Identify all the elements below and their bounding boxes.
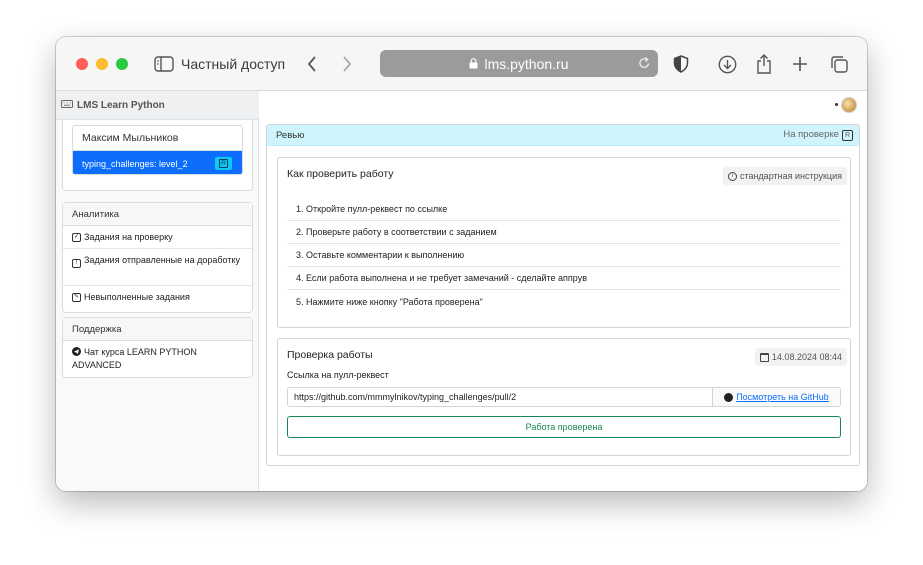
share-icon[interactable] (755, 53, 773, 75)
brand-bar: LMS Learn Python (56, 91, 259, 120)
pr-link-group: https://github.com/mmmylnikov/typing_cha… (287, 387, 841, 407)
user-name: Максим Мыльников (73, 126, 242, 151)
dropdown-caret-icon[interactable] (835, 103, 838, 106)
avatar[interactable] (841, 97, 857, 113)
analytics-item-review[interactable]: ✓ Задания на проверку (63, 226, 252, 249)
list-item: 4. Если работа выполнена и не требует за… (287, 267, 841, 290)
review-card: Ревью На проверке R Как проверить работу … (266, 124, 860, 466)
exclamation-icon: ! (72, 259, 81, 268)
telegram-icon (72, 347, 81, 356)
browser-window: Частный доступ lms.python.ru LMS Learn P… (56, 37, 867, 491)
private-browsing-label: Частный доступ (181, 56, 286, 72)
forward-icon[interactable] (339, 53, 355, 75)
standard-instruction-label: стандартная инструкция (739, 171, 842, 181)
list-item: 5. Нажмите ниже кнопку "Работа проверена… (296, 296, 483, 307)
analytics-item-label: Невыполненные задания (84, 292, 190, 302)
top-strip (259, 91, 867, 120)
maximize-window-button[interactable] (116, 58, 128, 70)
privacy-shield-icon[interactable] (672, 53, 690, 75)
brand-title[interactable]: LMS Learn Python (77, 100, 165, 111)
back-icon[interactable] (304, 53, 320, 75)
work-checked-button[interactable]: Работа проверена (287, 416, 841, 438)
course-item-label: typing_challenges: level_2 (82, 158, 188, 169)
course-badge: R (215, 157, 232, 170)
github-icon (724, 392, 734, 402)
address-bar[interactable]: lms.python.ru (380, 50, 658, 77)
user-card: Максим Мыльников typing_challenges: leve… (62, 120, 253, 191)
support-item-chat[interactable]: Чат курса LEARN PYTHON ADVANCED (63, 341, 252, 376)
sidebar: LMS Learn Python Максим Мыльников typing… (56, 91, 259, 491)
checkbox-icon: ✓ (72, 232, 81, 242)
list-item: 2. Проверьте работу в соответствии с зад… (287, 221, 841, 244)
page-content: LMS Learn Python Максим Мыльников typing… (56, 91, 867, 491)
support-item-label: Чат курса LEARN PYTHON ADVANCED (72, 347, 197, 370)
standard-instruction-button[interactable]: i стандартная инструкция (722, 167, 847, 185)
review-header: Ревью На проверке R (267, 125, 859, 146)
analytics-item-unfinished[interactable]: ✎ Невыполненные задания (63, 286, 252, 309)
steps-list: 1. Откройте пулл-реквест по ссылке 2. Пр… (287, 198, 841, 313)
instructions-card: Как проверить работу i стандартная инстр… (277, 157, 851, 328)
instructions-title: Как проверить работу (287, 168, 394, 180)
review-badge-icon: R (841, 130, 853, 141)
check-card: Проверка работы 14.08.2024 08:44 Ссылка … (277, 338, 851, 456)
info-icon: i (727, 171, 737, 181)
github-link[interactable]: Посмотреть на GitHub (712, 388, 840, 406)
list-item: 3. Оставьте комментарии к выполнению (287, 244, 841, 267)
tab-overview-icon[interactable] (829, 53, 849, 75)
analytics-item-rework[interactable]: ! Задания отправленные на доработку (63, 249, 252, 286)
minimize-window-button[interactable] (96, 58, 108, 70)
review-badge-icon: R (219, 159, 228, 168)
calendar-icon (759, 352, 769, 362)
review-status-label: На проверке (783, 129, 839, 140)
check-date: 14.08.2024 08:44 (754, 348, 847, 366)
browser-toolbar: Частный доступ lms.python.ru (56, 37, 867, 91)
analytics-card: Аналитика ✓ Задания на проверку ! Задания… (62, 202, 253, 313)
check-date-value: 14.08.2024 08:44 (771, 352, 842, 362)
close-window-button[interactable] (76, 58, 88, 70)
keyboard-icon (61, 100, 73, 110)
sidebar-toggle-icon[interactable] (153, 53, 175, 75)
pr-link-label: Ссылка на пулл-реквест (287, 370, 389, 380)
main-area: Ревью На проверке R Как проверить работу … (259, 91, 867, 491)
download-icon[interactable] (717, 53, 737, 75)
reload-icon[interactable] (638, 56, 651, 73)
support-title: Поддержка (63, 318, 252, 341)
review-title: Ревью (276, 129, 305, 141)
user-menu: Максим Мыльников typing_challenges: leve… (72, 125, 243, 175)
lock-icon (469, 56, 478, 72)
pencil-icon: ✎ (72, 293, 81, 302)
new-tab-icon[interactable] (791, 53, 809, 75)
github-link-label: Посмотреть на GitHub (736, 392, 829, 402)
list-item: 1. Откройте пулл-реквест по ссылке (287, 198, 841, 221)
course-item-active[interactable]: typing_challenges: level_2 R (73, 151, 242, 174)
address-url: lms.python.ru (484, 55, 569, 72)
analytics-item-label: Задания на проверку (84, 231, 173, 242)
analytics-item-label: Задания отправленные на доработку (84, 255, 240, 265)
pr-link-field[interactable]: https://github.com/mmmylnikov/typing_cha… (288, 388, 712, 406)
review-status: На проверке R (783, 129, 853, 141)
check-title: Проверка работы (287, 349, 373, 361)
analytics-title: Аналитика (63, 203, 252, 226)
support-card: Поддержка Чат курса LEARN PYTHON ADVANCE… (62, 317, 253, 378)
